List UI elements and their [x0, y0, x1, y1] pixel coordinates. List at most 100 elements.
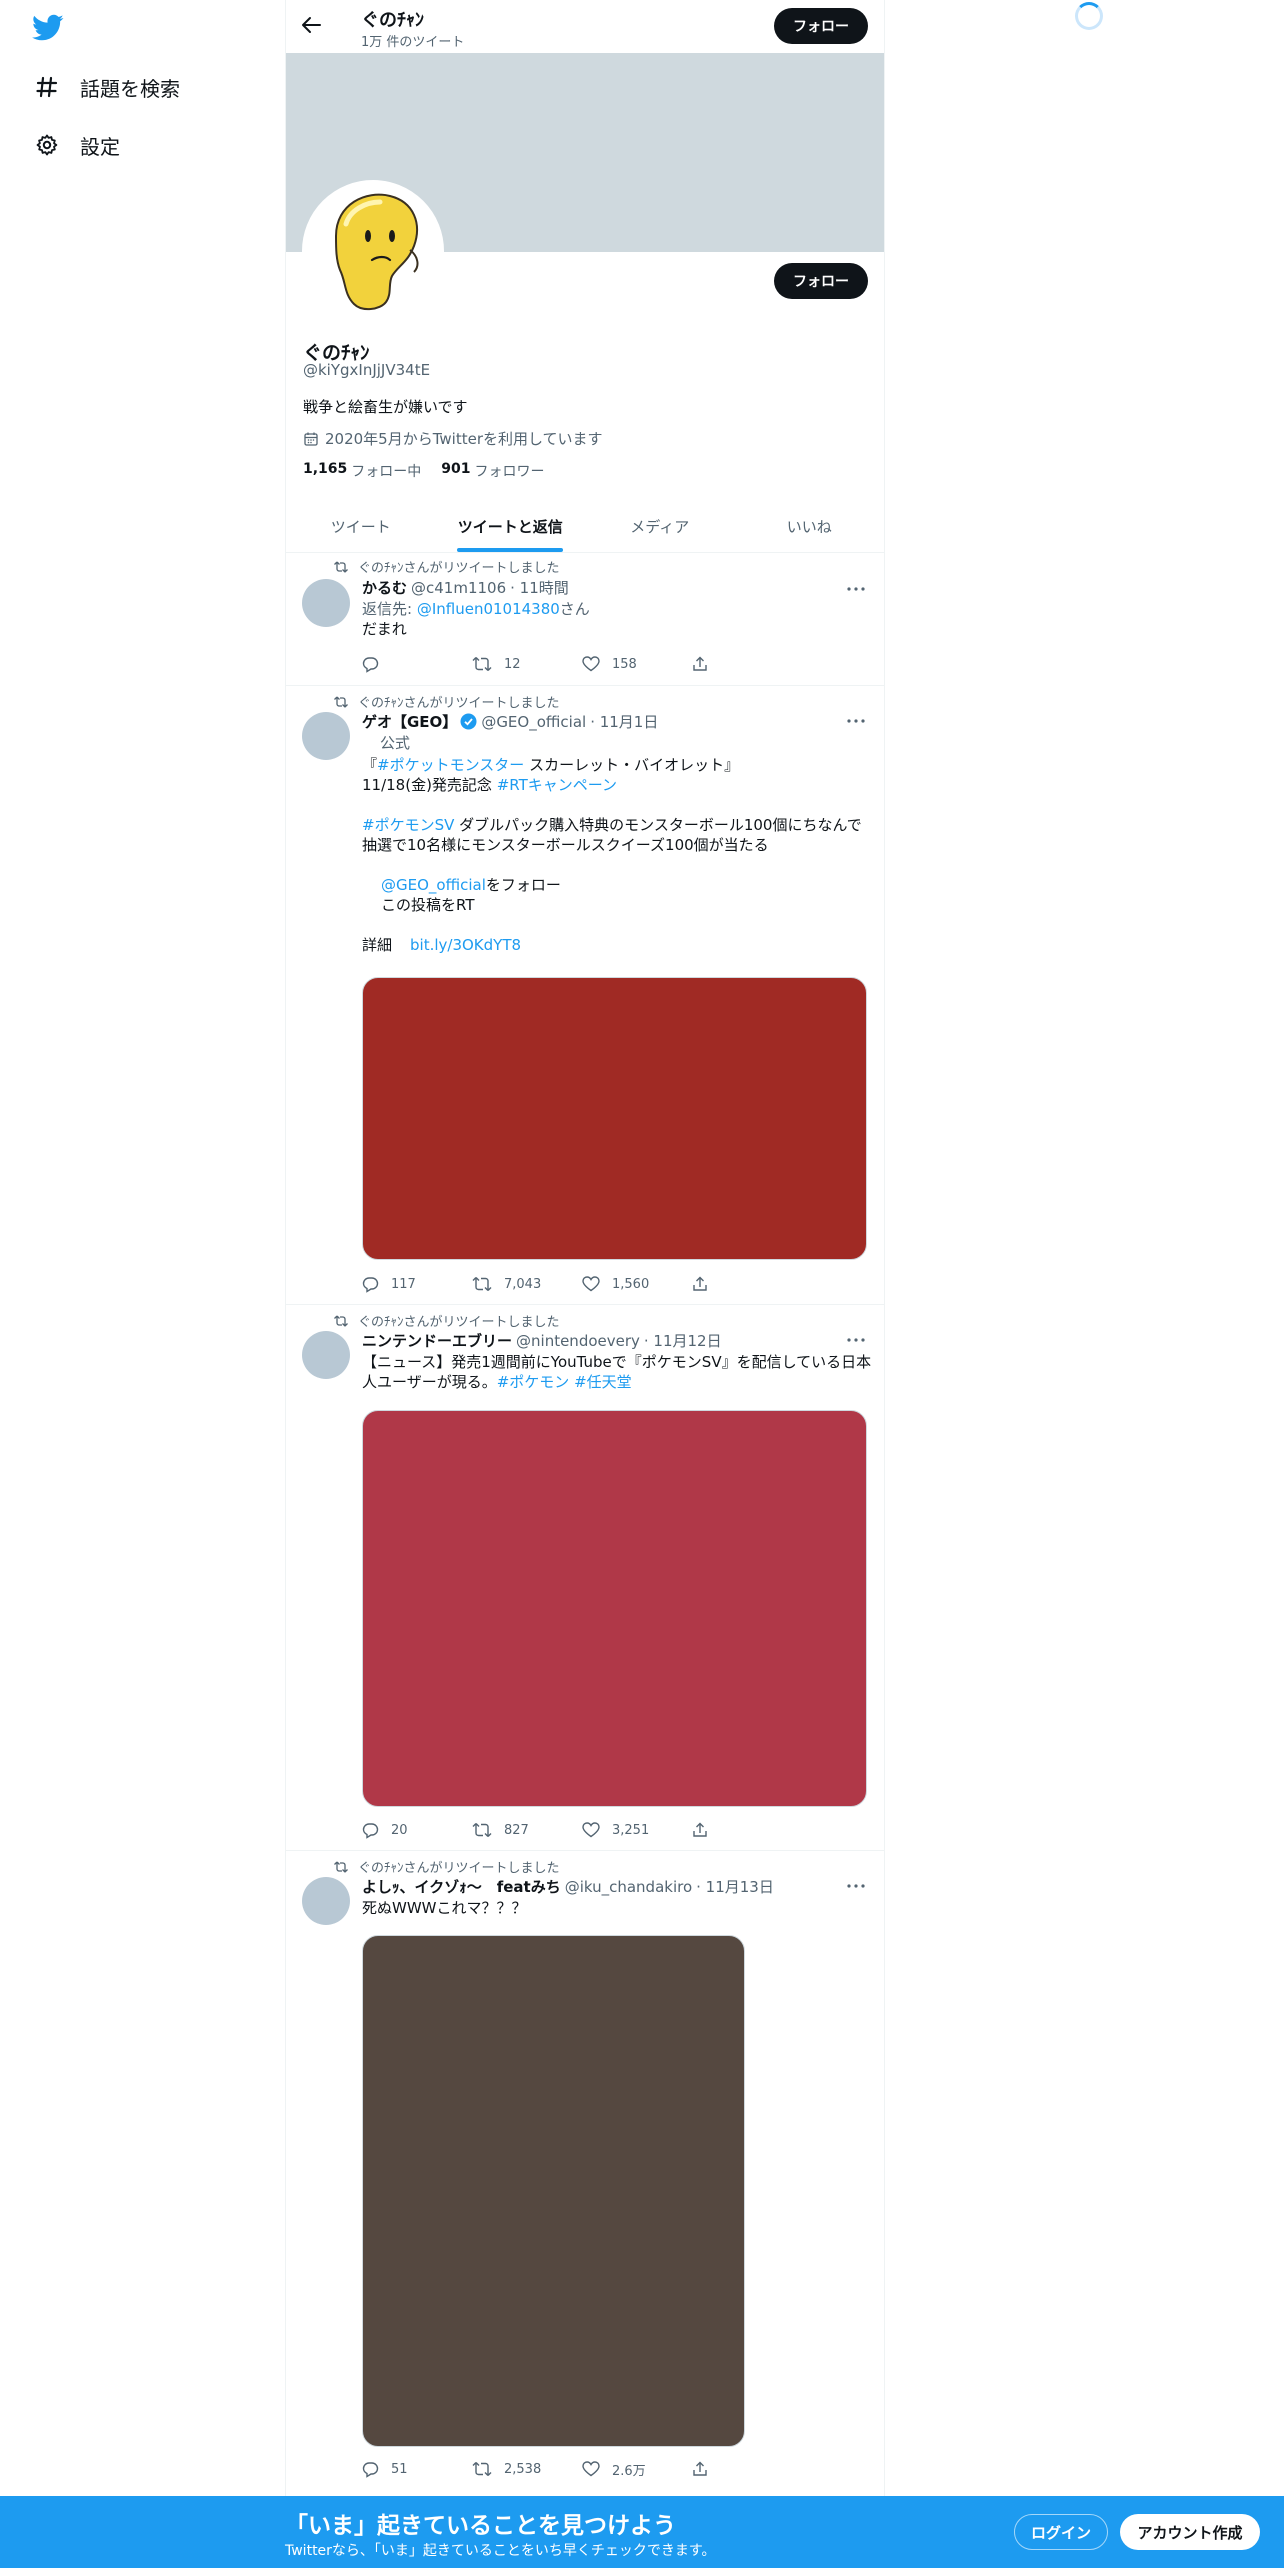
following-link[interactable]: 1,165 フォロー中 — [303, 461, 421, 481]
reply-button[interactable]: 117 — [362, 1274, 472, 1294]
author-name[interactable]: かるむ — [362, 577, 407, 598]
sidebar-item-settings[interactable]: 設定 — [34, 125, 120, 165]
following-label: フォロー中 — [351, 464, 422, 480]
more-options-icon[interactable] — [846, 1876, 866, 1896]
reply-icon — [362, 2461, 379, 2478]
share-button[interactable] — [692, 1820, 802, 1840]
tweet-time[interactable]: · 11月12日 — [644, 1330, 722, 1351]
tweet[interactable]: ぐのﾁｬﾝさんがリツイートしました よしｯ、イクゾｫ〜 featみち @iku_… — [286, 1851, 884, 2496]
following-count: 1,165 — [303, 461, 348, 477]
tweet[interactable]: ぐのﾁｬﾝさんがリツイートしました ニンテンドーエブリー @nintendoev… — [286, 1305, 884, 1851]
tab-likes[interactable]: いいね — [735, 500, 885, 552]
like-button[interactable]: 158 — [582, 654, 692, 674]
sidebar-item-explore[interactable]: 話題を検索 — [34, 67, 180, 107]
tweet-time[interactable]: · 11月13日 — [696, 1876, 774, 1897]
text-part: ダブルパック購入特典のモンスターボール100個にちなんで — [454, 816, 862, 834]
author-name[interactable]: ゲオ【GEO】 — [362, 711, 457, 732]
avatar[interactable] — [302, 712, 350, 760]
profile-follow-button[interactable]: フォロー — [774, 263, 868, 299]
tweet-media-image[interactable] — [362, 1410, 867, 1807]
retweet-indicator: ぐのﾁｬﾝさんがリツイートしました — [334, 1311, 560, 1330]
share-button[interactable] — [692, 1274, 802, 1294]
profile-tabs: ツイート ツイートと返信 メディア いいね — [286, 500, 884, 553]
back-arrow-icon[interactable] — [300, 14, 326, 40]
profile-avatar[interactable] — [302, 180, 444, 322]
more-options-icon[interactable] — [846, 711, 866, 731]
reply-icon — [362, 1822, 379, 1839]
avatar[interactable] — [302, 579, 350, 627]
author-handle[interactable]: @iku_chandakiro — [565, 1878, 692, 1896]
author-handle[interactable]: @c41m1106 — [411, 579, 506, 597]
calendar-icon — [303, 431, 319, 447]
like-count: 3,251 — [612, 1822, 650, 1838]
header-follow-button[interactable]: フォロー — [774, 8, 868, 44]
author-name[interactable]: よしｯ、イクゾｫ〜 featみち — [362, 1876, 561, 1897]
retweet-count: 12 — [504, 656, 521, 672]
tweet-time[interactable]: · 11時間 — [510, 577, 569, 598]
reply-count: 51 — [391, 2461, 408, 2477]
tweet-text: 【ニュース】発売1週間前にYouTubeで『ポケモンSV』を配信している日本 人… — [362, 1352, 872, 1392]
tweet-line: 詳細 bit.ly/3OKdYT8 — [362, 935, 872, 955]
share-icon — [693, 656, 707, 671]
share-icon — [693, 1276, 707, 1291]
header-tweet-count: 1万 件のツイート — [361, 35, 465, 50]
reply-icon — [362, 656, 379, 673]
retweet-button[interactable]: 2,538 — [472, 2459, 582, 2479]
gear-icon — [34, 132, 60, 158]
tweet[interactable]: ぐのﾁｬﾝさんがリツイートしました ゲオ【GEO】 @GEO_official … — [286, 686, 884, 1305]
tweet-time[interactable]: · 11月1日 — [590, 711, 658, 732]
tweet[interactable]: ぐのﾁｬﾝさんがリツイートしました かるむ @c41m1106 · 11時間 返… — [286, 553, 884, 686]
tweet-actions: 12 158 — [362, 654, 802, 674]
retweet-button[interactable]: 7,043 — [472, 1274, 582, 1294]
hashtag-link[interactable]: #ポケットモンスター — [377, 756, 524, 774]
retweet-label: ぐのﾁｬﾝさんがリツイートしました — [358, 561, 560, 576]
avatar[interactable] — [302, 1331, 350, 1379]
hashtag-link[interactable]: #ポケモンSV — [362, 816, 454, 834]
heart-icon — [582, 1822, 600, 1838]
detail-link[interactable]: bit.ly/3OKdYT8 — [410, 936, 521, 954]
like-button[interactable]: 1,560 — [582, 1274, 692, 1294]
twitter-bird-icon[interactable] — [32, 14, 64, 42]
share-button[interactable] — [692, 654, 802, 674]
tab-tweets[interactable]: ツイート — [286, 500, 436, 552]
text-part: 11/18(金)発売記念 — [362, 776, 497, 794]
followers-link[interactable]: 901 フォロワー — [441, 461, 544, 481]
reply-button[interactable] — [362, 654, 472, 674]
like-button[interactable]: 3,251 — [582, 1820, 692, 1840]
author-name[interactable]: ニンテンドーエブリー — [362, 1330, 512, 1351]
text-part: 『 — [362, 756, 378, 774]
login-button[interactable]: ログイン — [1014, 2514, 1108, 2550]
mention-link[interactable]: @GEO_official — [381, 876, 486, 894]
sidebar-item-label: 話題を検索 — [80, 76, 180, 101]
tab-tweets-and-replies[interactable]: ツイートと返信 — [436, 500, 586, 552]
tweet-line: @GEO_officialをフォロー — [362, 875, 872, 895]
tweet-line: #ポケモンSV ダブルパック購入特典のモンスターボール100個にちなんで — [362, 815, 872, 835]
signup-banner-title: 「いま」起きていることを見つけよう — [285, 2513, 676, 2539]
author-handle[interactable]: @GEO_official — [481, 713, 586, 731]
more-options-icon[interactable] — [846, 1330, 866, 1350]
hashtag-icon — [34, 74, 60, 100]
retweet-icon — [472, 1277, 492, 1291]
profile-bio: 戦争と絵畜生が嫌いです — [303, 398, 468, 416]
tweet-media-image[interactable] — [362, 1935, 745, 2447]
avatar[interactable] — [302, 1877, 350, 1925]
author-handle[interactable]: @nintendoevery — [516, 1332, 640, 1350]
reply-to-link[interactable]: @Influen01014380 — [417, 600, 560, 618]
reply-button[interactable]: 51 — [362, 2459, 472, 2479]
tweet-line: 人ユーザーが現る。#ポケモン #任天堂 — [362, 1372, 872, 1392]
like-button[interactable]: 2.6万 — [582, 2459, 692, 2479]
tab-media[interactable]: メディア — [585, 500, 735, 552]
share-button[interactable] — [692, 2459, 802, 2479]
more-options-icon[interactable] — [846, 579, 866, 599]
retweet-button[interactable]: 827 — [472, 1820, 582, 1840]
hashtag-link[interactable]: #RTキャンペーン — [497, 776, 617, 794]
retweet-button[interactable]: 12 — [472, 654, 582, 674]
tweet-media-image[interactable] — [362, 977, 867, 1260]
sidebar-item-label: 設定 — [80, 134, 120, 159]
text-part: をフォロー — [485, 876, 561, 894]
header-bar: ぐのﾁｬﾝ 1万 件のツイート フォロー — [286, 0, 884, 53]
reply-button[interactable]: 20 — [362, 1820, 472, 1840]
hashtag-link[interactable]: #任天堂 — [574, 1373, 632, 1391]
signup-button[interactable]: アカウント作成 — [1120, 2514, 1260, 2550]
hashtag-link[interactable]: #ポケモン — [497, 1373, 570, 1391]
